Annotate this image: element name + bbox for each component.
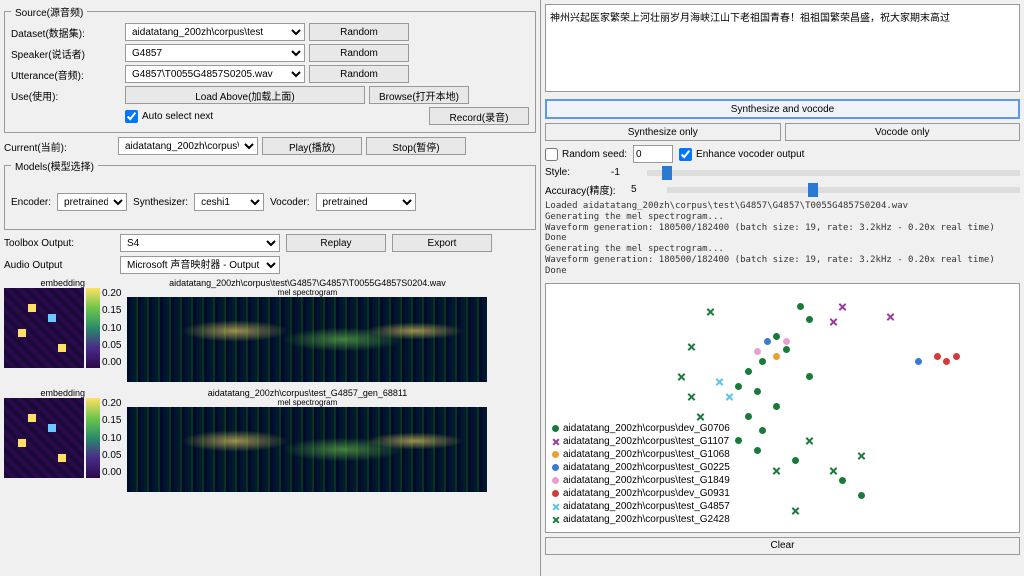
random-seed-input[interactable] (633, 145, 673, 163)
synthesizer-select[interactable]: ceshi1 (194, 193, 264, 211)
spectrogram-2-subtitle: mel spectrogram (127, 398, 487, 407)
browse-button[interactable]: Browse(打开本地) (369, 86, 469, 104)
speaker-random-button[interactable]: Random (309, 44, 409, 62)
dataset-select[interactable]: aidatatang_200zh\corpus\test (125, 23, 305, 41)
stop-button[interactable]: Stop(暂停) (366, 137, 466, 155)
auto-select-checkbox[interactable]: Auto select next (125, 110, 213, 123)
current-select[interactable]: aidatatang_200zh\corpus\ (118, 137, 258, 155)
current-label: Current(当前): (4, 139, 114, 154)
accuracy-slider[interactable] (667, 187, 1020, 193)
embedding-1-title: embedding (4, 278, 121, 288)
accuracy-value: 5 (631, 184, 661, 195)
spectrogram-2-title: aidatatang_200zh\corpus\test_G4857_gen_6… (127, 388, 487, 398)
accuracy-label: Accuracy(精度): (545, 182, 625, 197)
record-button[interactable]: Record(录音) (429, 107, 529, 125)
vocoder-label: Vocoder: (270, 197, 309, 208)
synthesize-and-vocode-button[interactable]: Synthesize and vocode (545, 99, 1020, 119)
scatter-legend: aidatatang_200zh\corpus\dev_G0706aidatat… (552, 422, 730, 526)
speaker-label: Speaker(说话者) (11, 46, 121, 61)
spectrogram-1-subtitle: mel spectrogram (127, 288, 487, 297)
synthesizer-label: Synthesizer: (133, 197, 188, 208)
embedding-2-colorbar (86, 398, 100, 478)
encoder-label: Encoder: (11, 197, 51, 208)
utterance-random-button[interactable]: Random (309, 65, 409, 83)
replay-button[interactable]: Replay (286, 234, 386, 252)
source-legend: Source(源音频) (11, 4, 87, 19)
spectrogram-1-image (127, 297, 487, 382)
dataset-random-button[interactable]: Random (309, 23, 409, 41)
audio-output-label: Audio Output (4, 260, 114, 271)
utterance-label: Utterance(音频): (11, 67, 121, 82)
spectrogram-1-title: aidatatang_200zh\corpus\test\G4857\G4857… (127, 278, 487, 288)
style-label: Style: (545, 167, 605, 178)
dataset-label: Dataset(数据集): (11, 25, 121, 40)
toolbox-output-select[interactable]: S4 (120, 234, 280, 252)
text-input[interactable] (545, 4, 1020, 92)
embedding-2-title: embedding (4, 388, 121, 398)
spectrogram-2-image (127, 407, 487, 492)
synthesize-only-button[interactable]: Synthesize only (545, 123, 781, 141)
models-fieldset: Models(模型选择) Encoder: pretrained Synthes… (4, 158, 536, 230)
embedding-1-image (4, 288, 84, 368)
utterance-select[interactable]: G4857\T0055G4857S0205.wav (125, 65, 305, 83)
audio-output-select[interactable]: Microsoft 声音映射器 - Output (120, 256, 280, 274)
vocoder-select[interactable]: pretrained (316, 193, 416, 211)
random-seed-checkbox[interactable]: Random seed: (545, 148, 627, 161)
embedding-1-colorbar (86, 288, 100, 368)
models-legend: Models(模型选择) (11, 158, 98, 173)
load-above-button[interactable]: Load Above(加载上面) (125, 86, 365, 104)
log-output: Loaded aidatatang_200zh\corpus\test\G485… (545, 201, 1020, 277)
clear-button[interactable]: Clear (545, 537, 1020, 555)
style-value: -1 (611, 167, 641, 178)
speaker-select[interactable]: G4857 (125, 44, 305, 62)
encoder-select[interactable]: pretrained (57, 193, 127, 211)
toolbox-output-label: Toolbox Output: (4, 238, 114, 249)
enhance-vocoder-checkbox[interactable]: Enhance vocoder output (679, 148, 804, 161)
export-button[interactable]: Export (392, 234, 492, 252)
play-button[interactable]: Play(播放) (262, 137, 362, 155)
source-fieldset: Source(源音频) Dataset(数据集): aidatatang_200… (4, 4, 536, 133)
style-slider[interactable] (647, 170, 1020, 176)
vocode-only-button[interactable]: Vocode only (785, 123, 1021, 141)
scatter-plot: aidatatang_200zh\corpus\dev_G0706aidatat… (545, 283, 1020, 533)
use-label: Use(使用): (11, 88, 121, 103)
embedding-2-image (4, 398, 84, 478)
